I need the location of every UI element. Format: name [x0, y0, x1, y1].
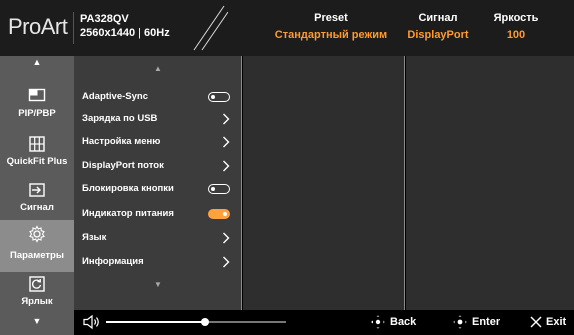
toggle-knob — [211, 94, 215, 99]
menu-item-menu-setup[interactable]: Настройка меню — [82, 131, 238, 153]
chevron-right-icon — [223, 232, 230, 244]
sidebar-item-label: Ярлык — [21, 296, 53, 307]
stat-signal: Сигнал DisplayPort — [398, 12, 478, 41]
osd-footer: Back Enter Exit — [74, 310, 574, 335]
stat-brightness: Яркость 100 — [486, 12, 546, 41]
menu-item-label: Adaptive-Sync — [82, 91, 148, 102]
header-slash-decoration — [193, 5, 228, 51]
menu-item-label: Информация — [82, 256, 144, 267]
volume-slider[interactable] — [106, 318, 286, 326]
settings-icon — [29, 225, 45, 243]
refresh-rate-value: 60Hz — [144, 27, 170, 39]
menu-item-usb-charging[interactable]: Зарядка по USB — [82, 108, 238, 130]
sidebar-item-quickfit[interactable]: QuickFit Plus — [0, 130, 74, 182]
menu-item-language[interactable]: Язык — [82, 227, 238, 249]
joystick-left-icon — [371, 315, 385, 330]
toggle-knob — [223, 211, 227, 216]
sidebar-down-arrow[interactable]: ▼ — [0, 316, 74, 326]
osd-header: ProArt PA328QV 2560x1440 | 60Hz Preset С… — [0, 0, 574, 56]
sidebar-item-shortcut[interactable]: Ярлык — [0, 270, 74, 322]
menu-item-label: Индикатор питания — [82, 208, 174, 219]
grid-icon — [29, 136, 45, 152]
model-name: PA328QV — [80, 13, 129, 25]
key-lock-toggle[interactable] — [208, 184, 230, 194]
enter-button-label: Enter — [472, 316, 501, 328]
menu-item-label: Блокировка кнопки — [82, 183, 174, 194]
header-divider — [73, 12, 74, 44]
stat-preset: Preset Стандартный режим — [266, 12, 396, 41]
sidebar-item-label: Параметры — [10, 250, 64, 261]
power-indicator-toggle[interactable] — [208, 209, 230, 219]
input-icon — [29, 183, 45, 197]
sidebar-item-settings[interactable]: Параметры — [0, 220, 74, 272]
speaker-icon — [83, 314, 99, 330]
menu-up-arrow[interactable]: ▲ — [154, 64, 162, 73]
resolution-value: 2560x1440 — [80, 27, 136, 39]
toggle-knob — [211, 186, 215, 191]
menu-item-label: DisplayPort поток — [82, 160, 164, 171]
stat-preset-label: Preset — [314, 12, 348, 24]
menu-item-label: Язык — [82, 232, 107, 243]
sidebar-up-arrow[interactable]: ▲ — [0, 57, 74, 67]
sidebar-item-label: Сигнал — [20, 202, 54, 213]
sidebar-item-pip-pbp[interactable]: PIP/PBP — [0, 82, 74, 134]
back-button-label: Back — [390, 316, 417, 328]
stat-brightness-value: 100 — [506, 29, 526, 41]
sidebar-item-label: QuickFit Plus — [6, 156, 68, 167]
menu-item-adaptive-sync[interactable]: Adaptive-Sync — [82, 86, 238, 108]
enter-button[interactable]: Enter — [452, 310, 500, 335]
back-button[interactable]: Back — [370, 310, 416, 335]
exit-button[interactable]: Exit — [530, 310, 566, 335]
res-separator: | — [135, 27, 145, 39]
joystick-press-icon — [453, 315, 467, 330]
stat-preset-value: Стандартный режим — [274, 29, 388, 41]
submenu-panel — [243, 56, 405, 310]
menu-item-label: Зарядка по USB — [82, 113, 158, 124]
chevron-right-icon — [223, 256, 230, 268]
value-panel — [406, 56, 574, 310]
stat-brightness-label: Яркость — [493, 12, 539, 24]
menu-item-displayport-stream[interactable]: DisplayPort поток — [82, 155, 238, 177]
volume-slider-thumb[interactable] — [201, 318, 209, 326]
sidebar: ▲ PIP/PBP QuickFit Plus Сигнал Параметры — [0, 56, 74, 335]
proart-logo: ProArt — [8, 14, 68, 39]
stat-signal-label: Сигнал — [418, 12, 458, 24]
menu-item-label: Настройка меню — [82, 136, 161, 147]
chevron-right-icon — [223, 113, 230, 125]
chevron-right-icon — [223, 160, 230, 172]
settings-menu: ▲ Adaptive-Sync Зарядка по USB Настройка… — [74, 56, 242, 310]
shortcut-icon — [29, 276, 45, 292]
exit-button-label: Exit — [546, 316, 567, 328]
menu-item-key-lock[interactable]: Блокировка кнопки — [82, 178, 238, 200]
close-icon — [530, 316, 542, 328]
volume-slider-fill — [106, 321, 205, 323]
chevron-right-icon — [223, 136, 230, 148]
menu-item-information[interactable]: Информация — [82, 251, 238, 273]
menu-item-power-indicator[interactable]: Индикатор питания — [82, 203, 238, 225]
menu-down-arrow[interactable]: ▼ — [154, 280, 162, 289]
adaptive-sync-toggle[interactable] — [208, 92, 230, 102]
sidebar-item-label: PIP/PBP — [18, 108, 56, 119]
stat-signal-value: DisplayPort — [407, 29, 469, 41]
resolution-info: 2560x1440 | 60Hz — [80, 27, 170, 39]
pip-icon — [28, 88, 46, 102]
